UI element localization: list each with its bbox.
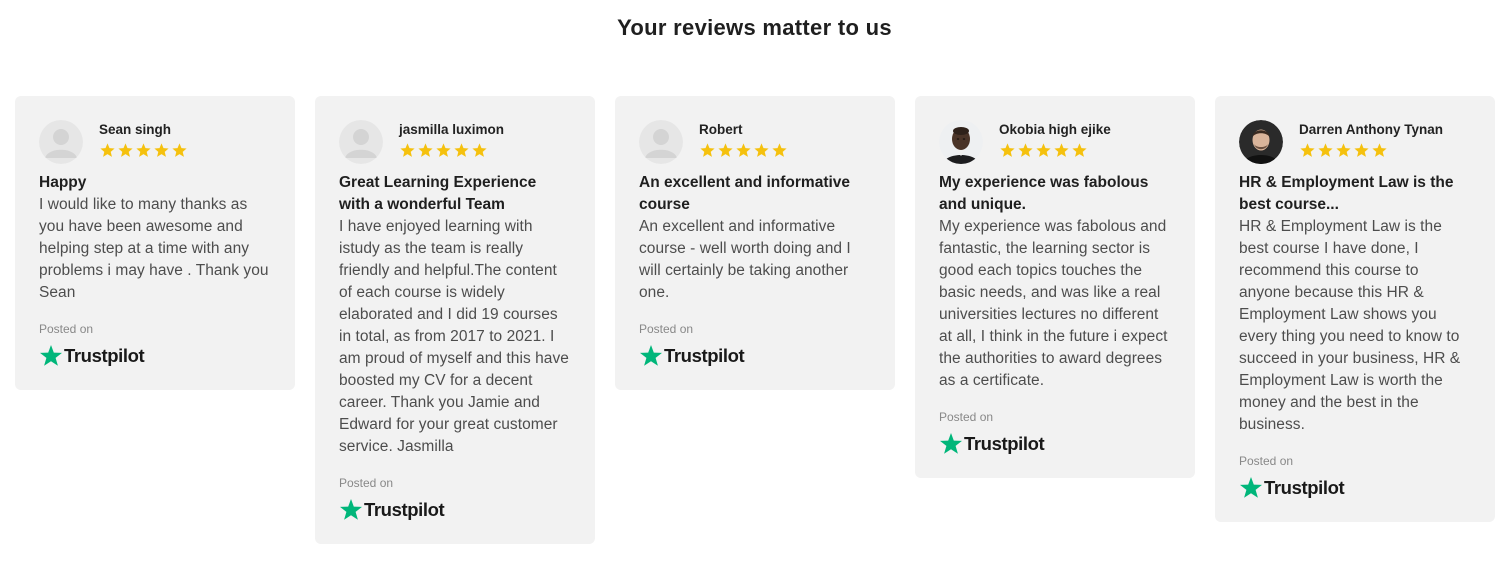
- review-card: Robert An excellent and informative cour…: [615, 96, 895, 390]
- star-icon: [435, 142, 452, 159]
- star-icon: [417, 142, 434, 159]
- trustpilot-logo[interactable]: Trustpilot: [639, 344, 871, 368]
- trustpilot-star-icon: [40, 345, 62, 366]
- trustpilot-wordmark: Trustpilot: [64, 345, 145, 366]
- placeholder-avatar-icon: [639, 120, 683, 164]
- trustpilot-wordmark: Trustpilot: [1264, 477, 1345, 498]
- star-icon: [999, 142, 1016, 159]
- star-rating: [699, 142, 789, 159]
- review-card: Okobia high ejike My experience was fabo…: [915, 96, 1195, 478]
- star-icon: [171, 142, 188, 159]
- review-card-header: Sean singh: [39, 120, 271, 170]
- review-card: Darren Anthony Tynan HR & Employment Law…: [1215, 96, 1495, 522]
- review-card-header: Darren Anthony Tynan: [1239, 120, 1471, 170]
- review-title: Happy: [39, 174, 87, 191]
- review-text: I have enjoyed learning with istudy as t…: [339, 218, 569, 455]
- review-title: An excellent and informative course: [639, 174, 851, 213]
- star-icon: [735, 142, 752, 159]
- trustpilot-wordmark: Trustpilot: [664, 345, 745, 366]
- review-card: Sean singh Happy I would like to many th…: [15, 96, 295, 390]
- star-rating: [1299, 142, 1443, 159]
- star-icon: [471, 142, 488, 159]
- reviewer-name: Robert: [699, 122, 743, 137]
- placeholder-avatar-icon: [39, 120, 83, 164]
- star-icon: [1353, 142, 1370, 159]
- posted-on-label: Posted on: [1239, 454, 1294, 468]
- review-text: My experience was fabolous and fantastic…: [939, 218, 1168, 389]
- reviewer-name: Okobia high ejike: [999, 122, 1111, 137]
- star-icon: [1017, 142, 1034, 159]
- review-text: HR & Employment Law is the best course I…: [1239, 218, 1461, 433]
- reviewer-name: Darren Anthony Tynan: [1299, 122, 1444, 137]
- review-title: My experience was fabolous and unique.: [939, 174, 1149, 213]
- review-card-header: Robert: [639, 120, 871, 170]
- star-icon: [153, 142, 170, 159]
- trustpilot-wordmark: Trustpilot: [964, 433, 1045, 454]
- star-icon: [1335, 142, 1352, 159]
- star-icon: [399, 142, 416, 159]
- star-icon: [135, 142, 152, 159]
- trustpilot-star-icon: [640, 345, 662, 366]
- review-text: An excellent and informative course - we…: [639, 218, 851, 301]
- star-rating: [999, 142, 1111, 159]
- star-icon: [1035, 142, 1052, 159]
- trustpilot-logo[interactable]: Trustpilot: [939, 432, 1171, 456]
- trustpilot-logo[interactable]: Trustpilot: [39, 344, 271, 368]
- trustpilot-star-icon: [1240, 477, 1262, 498]
- star-icon: [753, 142, 770, 159]
- star-icon: [771, 142, 788, 159]
- trustpilot-logo[interactable]: Trustpilot: [339, 498, 571, 522]
- star-rating: [399, 142, 504, 159]
- reviewer-name: Sean singh: [99, 122, 172, 137]
- review-text: I would like to many thanks as you have …: [39, 196, 269, 301]
- reviewer-name: jasmilla luximon: [399, 122, 505, 137]
- review-title: Great Learning Experience with a wonderf…: [339, 174, 537, 213]
- page-title: Your reviews matter to us: [617, 15, 892, 40]
- placeholder-avatar-icon: [339, 120, 383, 164]
- star-icon: [699, 142, 716, 159]
- posted-on-label: Posted on: [39, 322, 94, 336]
- trustpilot-wordmark: Trustpilot: [364, 499, 445, 520]
- star-icon: [1071, 142, 1088, 159]
- star-icon: [1317, 142, 1334, 159]
- star-icon: [99, 142, 116, 159]
- trustpilot-star-icon: [940, 433, 962, 454]
- trustpilot-star-icon: [340, 499, 362, 520]
- posted-on-label: Posted on: [339, 476, 394, 490]
- review-title: HR & Employment Law is the best course..…: [1239, 174, 1454, 213]
- photo-avatar: [1239, 120, 1283, 164]
- review-card: jasmilla luximon Great Learning Experien…: [315, 96, 595, 544]
- photo-avatar: [939, 120, 983, 164]
- star-icon: [1371, 142, 1388, 159]
- star-rating: [99, 142, 189, 159]
- posted-on-label: Posted on: [939, 410, 994, 424]
- review-card-header: jasmilla luximon: [339, 120, 571, 170]
- star-icon: [117, 142, 134, 159]
- review-card-header: Okobia high ejike: [939, 120, 1171, 170]
- reviews-section: Your reviews matter to us Sean singh Hap…: [0, 0, 1509, 561]
- star-icon: [717, 142, 734, 159]
- star-icon: [1299, 142, 1316, 159]
- star-icon: [1053, 142, 1070, 159]
- star-icon: [453, 142, 470, 159]
- posted-on-label: Posted on: [639, 322, 694, 336]
- trustpilot-logo[interactable]: Trustpilot: [1239, 476, 1471, 500]
